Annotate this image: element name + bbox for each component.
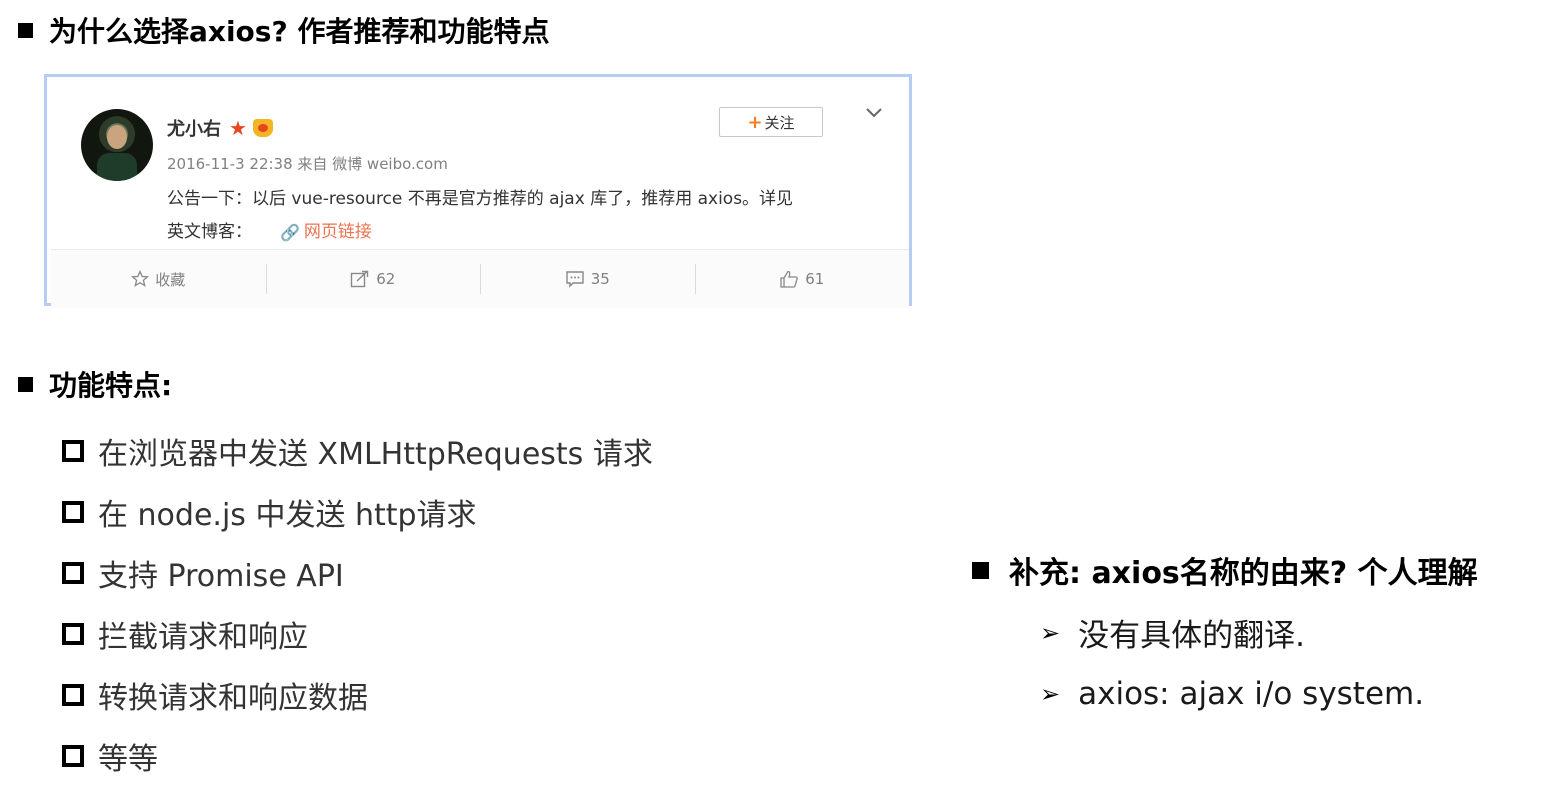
hollow-square-bullet-icon xyxy=(62,683,84,706)
post-action-bar: 收藏 62 35 61 xyxy=(51,249,909,308)
chevron-down-icon[interactable] xyxy=(863,101,885,123)
favorite-action[interactable]: 收藏 xyxy=(51,250,266,308)
post-text-line2: 英文博客： 🔗 网页链接 xyxy=(167,216,897,249)
arrow-bullet-icon: ➢ xyxy=(1040,679,1061,708)
heading-features-text: 功能特点: xyxy=(49,369,173,402)
list-item: 等等 xyxy=(62,725,653,786)
supplement-text: axios: ajax i/o system. xyxy=(1078,675,1425,712)
repost-count: 62 xyxy=(376,270,396,288)
square-bullet-icon xyxy=(972,561,989,579)
star-outline-icon xyxy=(131,270,150,287)
repost-icon xyxy=(351,270,369,288)
avatar[interactable] xyxy=(81,109,153,181)
list-item: 支持 Promise API xyxy=(62,542,653,603)
plus-icon: + xyxy=(747,111,763,133)
post-timestamp: 2016-11-3 22:38 来自 微博 weibo.com xyxy=(167,155,448,173)
heading-supplement-text: 补充: axios名称的由来? 个人理解 xyxy=(1009,556,1478,591)
hollow-square-bullet-icon xyxy=(62,439,84,462)
square-bullet-icon xyxy=(18,22,33,38)
repost-action[interactable]: 62 xyxy=(265,250,481,308)
post-content: 公告一下：以后 vue-resource 不再是官方推荐的 ajax 库了，推荐… xyxy=(167,183,897,249)
favorite-label: 收藏 xyxy=(155,270,186,289)
square-bullet-icon xyxy=(18,376,33,392)
supplement-list: ➢ 没有具体的翻译. ➢ axios: ajax i/o system. xyxy=(1040,602,1424,724)
post-text-blog-label: 英文博客： xyxy=(167,222,252,242)
list-item: ➢ axios: ajax i/o system. xyxy=(1040,663,1424,724)
like-action[interactable]: 61 xyxy=(694,250,910,308)
feature-text: 在 node.js 中发送 http请求 xyxy=(98,497,477,533)
follow-button[interactable]: + 关注 xyxy=(719,107,823,137)
heading-why-axios-text: 为什么选择axios? 作者推荐和功能特点 xyxy=(49,15,550,48)
hollow-square-bullet-icon xyxy=(62,500,84,523)
arrow-bullet-icon: ➢ xyxy=(1040,618,1061,647)
list-item: 在 node.js 中发送 http请求 xyxy=(62,481,653,542)
feature-text: 等等 xyxy=(98,741,158,777)
hollow-square-bullet-icon xyxy=(62,561,84,584)
supplement-text: 没有具体的翻译. xyxy=(1078,618,1305,654)
post-text-line1: 公告一下：以后 vue-resource 不再是官方推荐的 ajax 库了，推荐… xyxy=(167,189,794,209)
thumbs-up-icon xyxy=(780,270,799,288)
hollow-square-bullet-icon xyxy=(62,622,84,645)
vip-crown-icon xyxy=(252,119,273,137)
follow-label: 关注 xyxy=(764,113,795,132)
username-text[interactable]: 尤小右 xyxy=(167,115,221,141)
heading-why-axios: 为什么选择axios? 作者推荐和功能特点 xyxy=(18,10,549,50)
weibo-username[interactable]: 尤小右 ★ xyxy=(167,115,273,141)
list-item: 转换请求和响应数据 xyxy=(62,664,653,725)
list-item: 拦截请求和响应 xyxy=(62,603,653,664)
feature-text: 支持 Promise API xyxy=(98,558,344,594)
heading-supplement: 补充: axios名称的由来? 个人理解 xyxy=(972,548,1478,592)
list-item: ➢ 没有具体的翻译. xyxy=(1040,602,1424,663)
feature-text: 在浏览器中发送 XMLHttpRequests 请求 xyxy=(98,436,653,472)
list-item: 在浏览器中发送 XMLHttpRequests 请求 xyxy=(62,420,653,481)
star-icon: ★ xyxy=(229,116,247,140)
feature-text: 拦截请求和响应 xyxy=(98,619,308,655)
feature-text: 转换请求和响应数据 xyxy=(98,680,368,716)
comment-action[interactable]: 35 xyxy=(480,250,695,308)
link-icon: 🔗 xyxy=(280,223,300,242)
comment-count: 35 xyxy=(590,270,610,288)
comment-icon xyxy=(566,271,584,288)
like-count: 61 xyxy=(805,270,825,288)
feature-list: 在浏览器中发送 XMLHttpRequests 请求 在 node.js 中发送… xyxy=(62,420,653,786)
hollow-square-bullet-icon xyxy=(62,744,84,767)
web-link[interactable]: 网页链接 xyxy=(304,216,372,249)
weibo-post-card: 尤小右 ★ 2016-11-3 22:38 来自 微博 weibo.com 公告… xyxy=(44,74,912,308)
heading-features: 功能特点: xyxy=(18,364,172,404)
